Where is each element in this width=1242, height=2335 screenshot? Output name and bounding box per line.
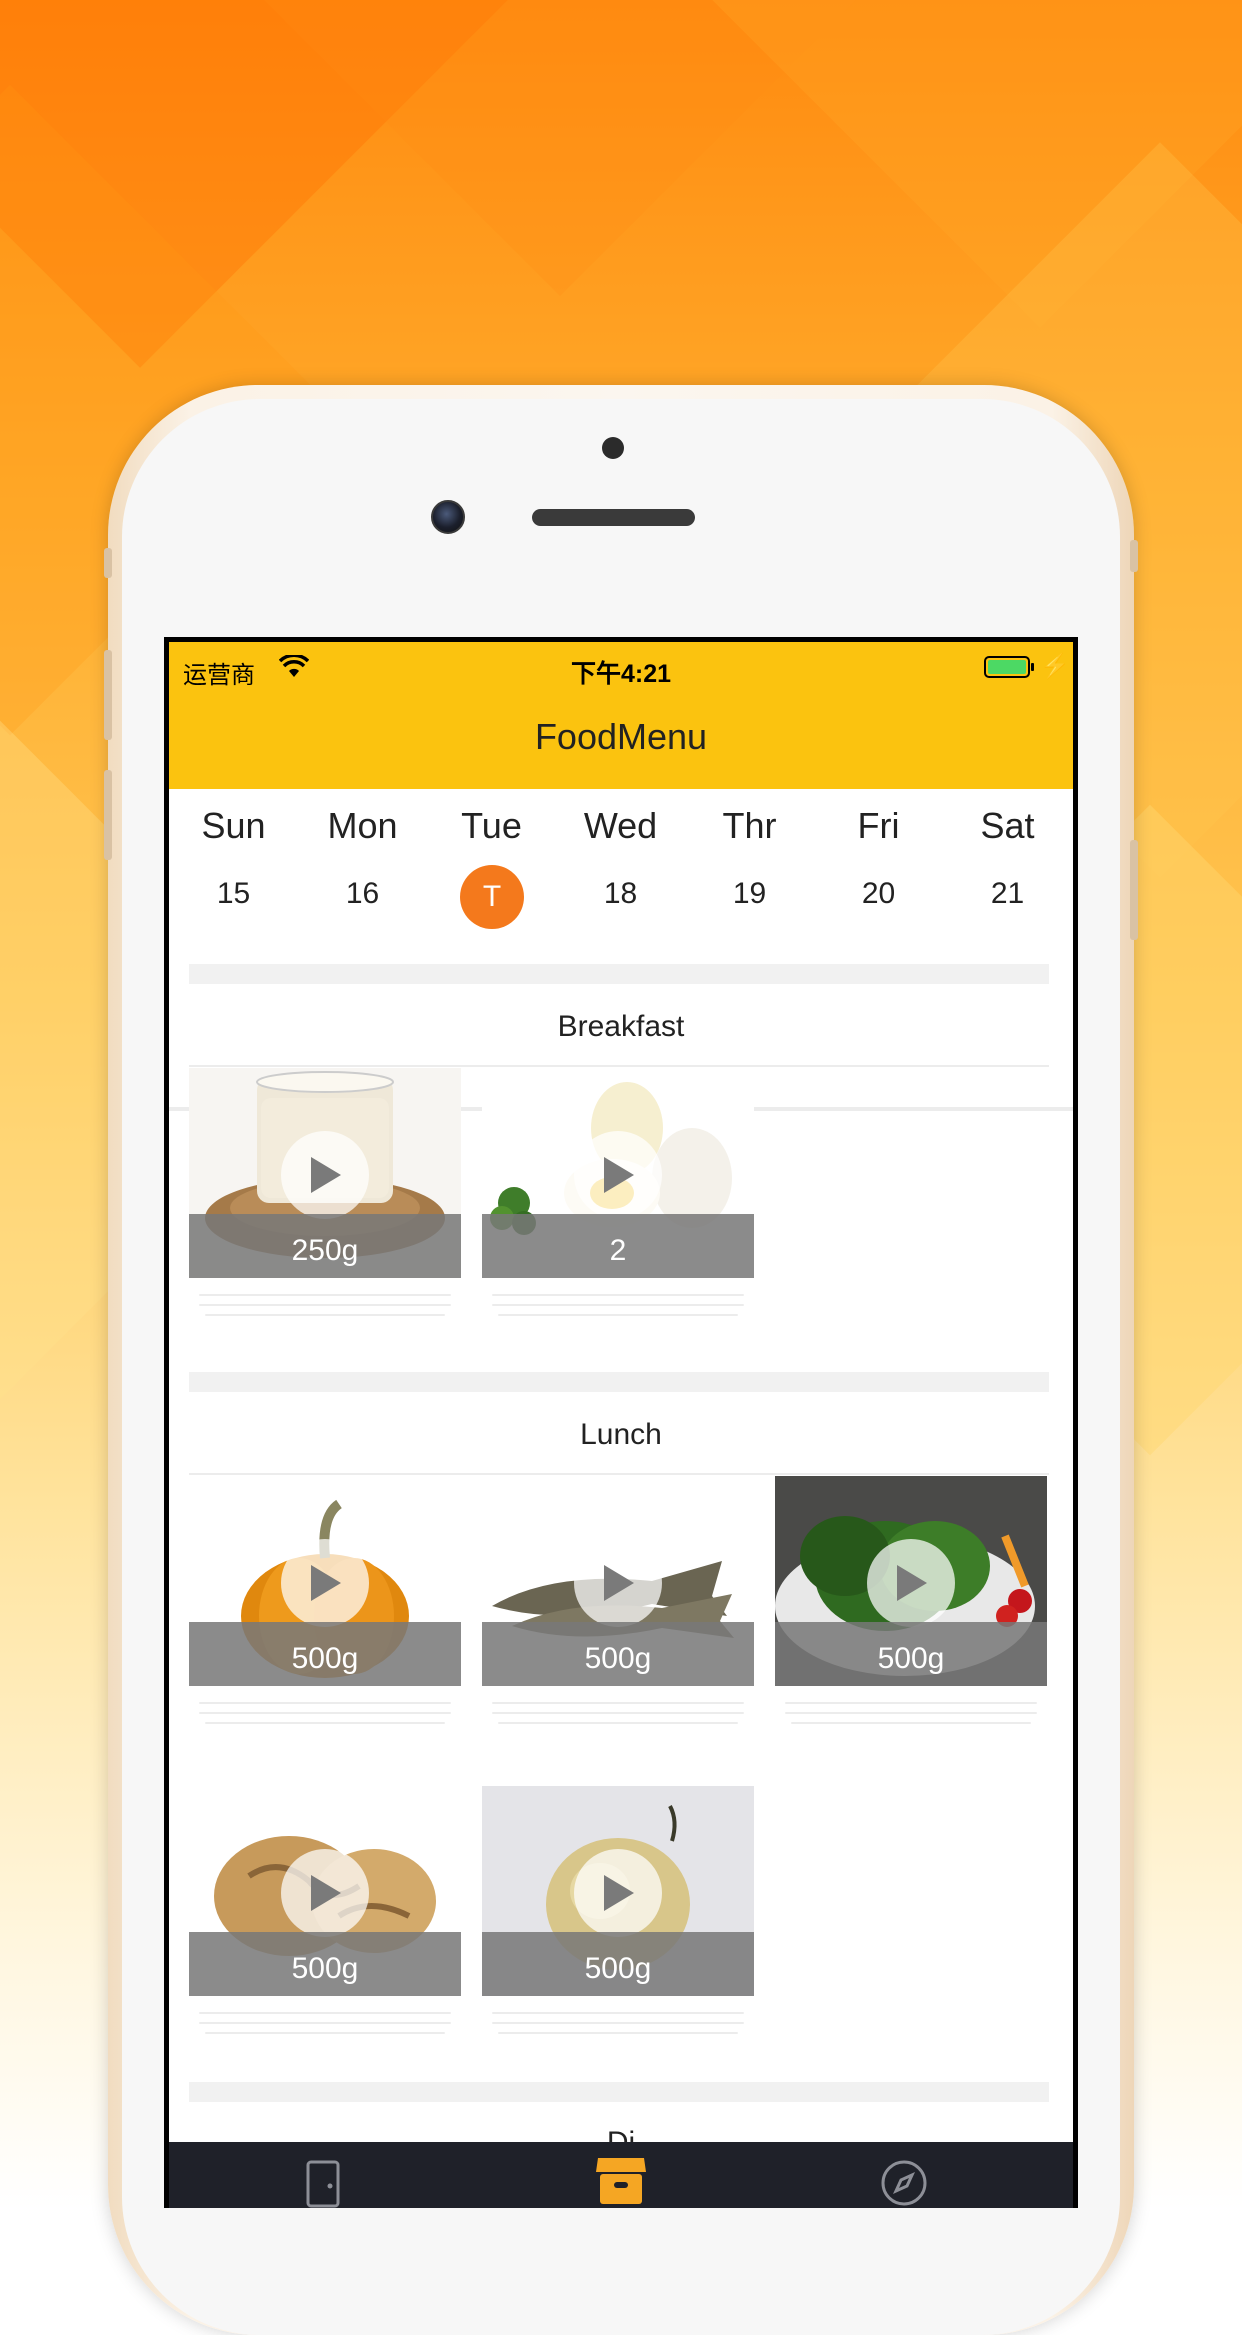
section-title-breakfast: Breakfast <box>557 1010 685 1043</box>
tab-bar <box>169 2142 1073 2208</box>
food-amount: 500g <box>877 1642 945 1675</box>
tab-discover[interactable] <box>829 2142 979 2208</box>
play-icon[interactable] <box>867 1539 955 1627</box>
card-shadow <box>189 1282 461 1332</box>
food-amount: 250g <box>291 1234 359 1267</box>
card-shadow <box>482 2000 754 2050</box>
play-icon[interactable] <box>574 1539 662 1627</box>
section-gap <box>189 2082 1049 2102</box>
food-card-fish[interactable]: 500g <box>482 1476 754 1686</box>
day-name: Wed <box>583 805 658 846</box>
card-shadow <box>482 1690 754 1740</box>
card-shadow <box>189 1690 461 1740</box>
divider <box>189 1065 1049 1067</box>
volume-down-button <box>104 770 112 860</box>
navigation-bar: FoodMenu <box>169 692 1073 789</box>
app-screen: 运营商 下午4:21 ⚡ FoodMenu Sun 15 Mon 16 Tue … <box>169 642 1073 2208</box>
section-title-lunch: Lunch <box>580 1418 662 1451</box>
phone-screen: 运营商 下午4:21 ⚡ FoodMenu Sun 15 Mon 16 Tue … <box>164 637 1078 2208</box>
section-gap <box>189 1372 1049 1392</box>
play-icon[interactable] <box>281 1131 369 1219</box>
food-card-pear[interactable]: 500g <box>482 1786 754 1996</box>
divider <box>189 1473 1049 1475</box>
side-sensor <box>1130 540 1138 572</box>
play-icon[interactable] <box>281 1849 369 1937</box>
tab-store[interactable] <box>546 2142 696 2208</box>
tab-door[interactable] <box>249 2142 399 2208</box>
power-button <box>1130 840 1138 940</box>
volume-up-button <box>104 650 112 740</box>
section-gap <box>189 964 1049 984</box>
day-name: Thr <box>722 805 777 846</box>
mute-switch <box>104 548 112 578</box>
battery-icon <box>984 656 1030 678</box>
food-amount: 500g <box>584 1952 652 1985</box>
food-card-eggs[interactable]: 2 <box>482 1068 754 1278</box>
day-name: Sun <box>201 805 266 846</box>
day-name: Mon <box>327 805 398 846</box>
day-name: Tue <box>461 805 522 846</box>
today-indicator: T <box>460 865 524 929</box>
food-card-pumpkin[interactable]: 500g <box>189 1476 461 1686</box>
play-icon[interactable] <box>281 1539 369 1627</box>
day-name: Sat <box>980 805 1035 846</box>
food-card-soy-milk[interactable]: 250g <box>189 1068 461 1278</box>
food-amount: 2 <box>609 1234 627 1267</box>
week-calendar: Sun 15 Mon 16 Tue T Wed 18 Thr 19 Fri 20… <box>169 789 1073 1111</box>
day-number: 15 <box>216 877 251 910</box>
battery-cap <box>1031 663 1034 671</box>
status-time: 下午4:21 <box>570 660 672 688</box>
food-amount: 500g <box>584 1642 652 1675</box>
food-card-spinach[interactable]: 500g <box>775 1476 1047 1686</box>
front-camera <box>431 500 465 534</box>
day-number: 16 <box>345 877 380 910</box>
sensor-dot <box>602 437 624 459</box>
food-amount: 500g <box>291 1952 359 1985</box>
page-title: FoodMenu <box>534 716 708 757</box>
earpiece-speaker <box>532 509 695 526</box>
card-shadow <box>189 2000 461 2050</box>
card-shadow <box>775 1690 1047 1740</box>
card-shadow <box>482 1282 754 1332</box>
food-card-walnuts[interactable]: 500g <box>189 1786 461 1996</box>
day-number: 20 <box>861 877 896 910</box>
day-number: 21 <box>990 877 1025 910</box>
status-bar: 运营商 下午4:21 ⚡ <box>169 642 1073 692</box>
play-icon[interactable] <box>574 1849 662 1937</box>
play-icon[interactable] <box>574 1131 662 1219</box>
charging-icon: ⚡ <box>1040 653 1070 680</box>
day-name: Fri <box>857 805 900 846</box>
food-amount: 500g <box>291 1642 359 1675</box>
day-number: 18 <box>603 877 638 910</box>
day-number: 19 <box>732 877 767 910</box>
